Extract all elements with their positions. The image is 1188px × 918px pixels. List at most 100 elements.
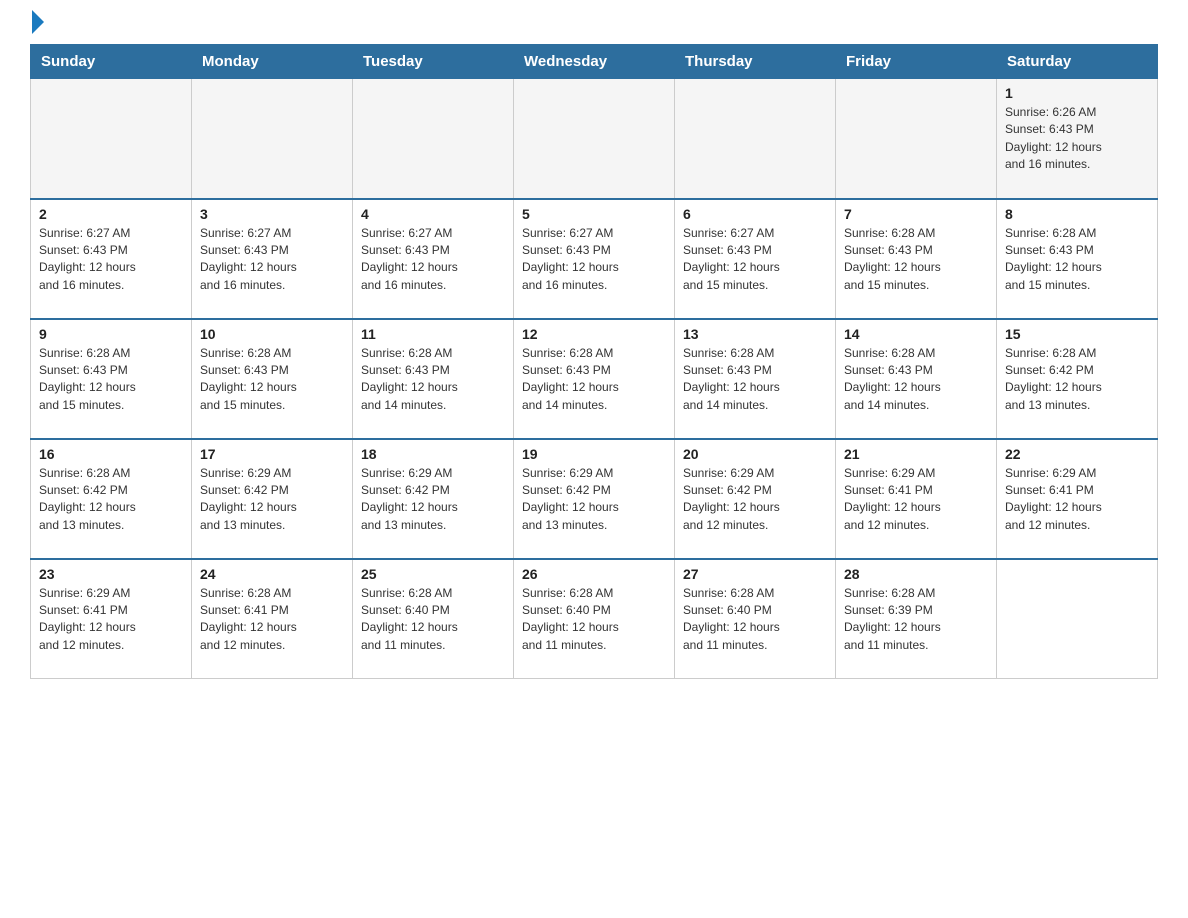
day-info: Sunrise: 6:29 AM Sunset: 6:42 PM Dayligh… <box>200 465 344 535</box>
calendar-cell: 1 Sunrise: 6:26 AM Sunset: 6:43 PM Daylig… <box>997 79 1158 199</box>
calendar-cell: 23 Sunrise: 6:29 AM Sunset: 6:41 PM Dayli… <box>31 559 192 679</box>
day-info: Sunrise: 6:28 AM Sunset: 6:41 PM Dayligh… <box>200 585 344 655</box>
day-info: Sunrise: 6:28 AM Sunset: 6:43 PM Dayligh… <box>683 345 827 415</box>
day-info: Sunrise: 6:28 AM Sunset: 6:43 PM Dayligh… <box>844 225 988 295</box>
calendar-cell <box>31 79 192 199</box>
day-info: Sunrise: 6:27 AM Sunset: 6:43 PM Dayligh… <box>522 225 666 295</box>
logo <box>30 20 44 34</box>
day-number: 14 <box>844 326 988 342</box>
calendar-cell: 2 Sunrise: 6:27 AM Sunset: 6:43 PM Daylig… <box>31 199 192 319</box>
day-of-week-header: Thursday <box>675 45 836 79</box>
day-info: Sunrise: 6:29 AM Sunset: 6:42 PM Dayligh… <box>522 465 666 535</box>
day-info: Sunrise: 6:29 AM Sunset: 6:42 PM Dayligh… <box>683 465 827 535</box>
day-number: 28 <box>844 566 988 582</box>
day-info: Sunrise: 6:28 AM Sunset: 6:43 PM Dayligh… <box>1005 225 1149 295</box>
day-info: Sunrise: 6:28 AM Sunset: 6:43 PM Dayligh… <box>361 345 505 415</box>
day-number: 25 <box>361 566 505 582</box>
calendar-cell <box>675 79 836 199</box>
day-number: 22 <box>1005 446 1149 462</box>
calendar-week-row: 9Sunrise: 6:28 AM Sunset: 6:43 PM Daylig… <box>31 319 1158 439</box>
day-info: Sunrise: 6:29 AM Sunset: 6:42 PM Dayligh… <box>361 465 505 535</box>
day-info: Sunrise: 6:27 AM Sunset: 6:43 PM Dayligh… <box>361 225 505 295</box>
day-number: 13 <box>683 326 827 342</box>
calendar-cell <box>997 559 1158 679</box>
calendar-cell: 10 Sunrise: 6:28 AM Sunset: 6:43 PM Dayli… <box>192 319 353 439</box>
day-number: 24 <box>200 566 344 582</box>
day-of-week-header: Saturday <box>997 45 1158 79</box>
day-info: Sunrise: 6:26 AM Sunset: 6:43 PM Dayligh… <box>1005 104 1149 174</box>
calendar-cell: 28 Sunrise: 6:28 AM Sunset: 6:39 PM Dayli… <box>836 559 997 679</box>
day-info: Sunrise: 6:28 AM Sunset: 6:43 PM Dayligh… <box>39 345 183 415</box>
calendar-cell: 16 Sunrise: 6:28 AM Sunset: 6:42 PM Dayli… <box>31 439 192 559</box>
day-of-week-header: Wednesday <box>514 45 675 79</box>
day-number: 20 <box>683 446 827 462</box>
day-of-week-header: Sunday <box>31 45 192 79</box>
calendar-cell: 24 Sunrise: 6:28 AM Sunset: 6:41 PM Dayli… <box>192 559 353 679</box>
calendar-cell: 18 Sunrise: 6:29 AM Sunset: 6:42 PM Dayli… <box>353 439 514 559</box>
calendar-cell: 6 Sunrise: 6:27 AM Sunset: 6:43 PM Daylig… <box>675 199 836 319</box>
day-number: 3 <box>200 206 344 222</box>
calendar-week-row: 1 Sunrise: 6:26 AM Sunset: 6:43 PM Daylig… <box>31 79 1158 199</box>
day-number: 10 <box>200 326 344 342</box>
day-number: 6 <box>683 206 827 222</box>
calendar-cell: 17 Sunrise: 6:29 AM Sunset: 6:42 PM Dayli… <box>192 439 353 559</box>
calendar-table: SundayMondayTuesdayWednesdayThursdayFrid… <box>30 44 1158 679</box>
logo-arrow-icon <box>32 10 44 34</box>
day-number: 12 <box>522 326 666 342</box>
day-number: 4 <box>361 206 505 222</box>
day-number: 7 <box>844 206 988 222</box>
calendar-header-row: SundayMondayTuesdayWednesdayThursdayFrid… <box>31 45 1158 79</box>
day-number: 18 <box>361 446 505 462</box>
day-number: 11 <box>361 326 505 342</box>
calendar-cell: 13 Sunrise: 6:28 AM Sunset: 6:43 PM Dayli… <box>675 319 836 439</box>
calendar-cell: 25Sunrise: 6:28 AM Sunset: 6:40 PM Dayli… <box>353 559 514 679</box>
day-info: Sunrise: 6:28 AM Sunset: 6:43 PM Dayligh… <box>522 345 666 415</box>
day-info: Sunrise: 6:28 AM Sunset: 6:42 PM Dayligh… <box>39 465 183 535</box>
calendar-cell: 15 Sunrise: 6:28 AM Sunset: 6:42 PM Dayli… <box>997 319 1158 439</box>
calendar-cell: 27 Sunrise: 6:28 AM Sunset: 6:40 PM Dayli… <box>675 559 836 679</box>
day-number: 1 <box>1005 85 1149 101</box>
day-number: 15 <box>1005 326 1149 342</box>
calendar-week-row: 16 Sunrise: 6:28 AM Sunset: 6:42 PM Dayli… <box>31 439 1158 559</box>
day-number: 2 <box>39 206 183 222</box>
day-number: 16 <box>39 446 183 462</box>
day-info: Sunrise: 6:28 AM Sunset: 6:43 PM Dayligh… <box>844 345 988 415</box>
day-info: Sunrise: 6:28 AM Sunset: 6:42 PM Dayligh… <box>1005 345 1149 415</box>
calendar-cell: 14 Sunrise: 6:28 AM Sunset: 6:43 PM Dayli… <box>836 319 997 439</box>
page-header <box>30 20 1158 34</box>
day-info: Sunrise: 6:29 AM Sunset: 6:41 PM Dayligh… <box>1005 465 1149 535</box>
day-of-week-header: Friday <box>836 45 997 79</box>
day-number: 19 <box>522 446 666 462</box>
calendar-cell: 19 Sunrise: 6:29 AM Sunset: 6:42 PM Dayli… <box>514 439 675 559</box>
calendar-cell: 12 Sunrise: 6:28 AM Sunset: 6:43 PM Dayli… <box>514 319 675 439</box>
calendar-cell: 8Sunrise: 6:28 AM Sunset: 6:43 PM Daylig… <box>997 199 1158 319</box>
day-number: 26 <box>522 566 666 582</box>
calendar-cell <box>192 79 353 199</box>
day-info: Sunrise: 6:27 AM Sunset: 6:43 PM Dayligh… <box>683 225 827 295</box>
calendar-cell: 21 Sunrise: 6:29 AM Sunset: 6:41 PM Dayli… <box>836 439 997 559</box>
day-number: 17 <box>200 446 344 462</box>
calendar-cell: 7 Sunrise: 6:28 AM Sunset: 6:43 PM Daylig… <box>836 199 997 319</box>
day-info: Sunrise: 6:29 AM Sunset: 6:41 PM Dayligh… <box>39 585 183 655</box>
calendar-cell: 3Sunrise: 6:27 AM Sunset: 6:43 PM Daylig… <box>192 199 353 319</box>
day-number: 27 <box>683 566 827 582</box>
calendar-cell <box>514 79 675 199</box>
calendar-cell: 26Sunrise: 6:28 AM Sunset: 6:40 PM Dayli… <box>514 559 675 679</box>
day-of-week-header: Tuesday <box>353 45 514 79</box>
day-number: 23 <box>39 566 183 582</box>
day-info: Sunrise: 6:28 AM Sunset: 6:40 PM Dayligh… <box>683 585 827 655</box>
day-info: Sunrise: 6:28 AM Sunset: 6:43 PM Dayligh… <box>200 345 344 415</box>
calendar-cell <box>353 79 514 199</box>
calendar-cell: 22 Sunrise: 6:29 AM Sunset: 6:41 PM Dayli… <box>997 439 1158 559</box>
day-info: Sunrise: 6:29 AM Sunset: 6:41 PM Dayligh… <box>844 465 988 535</box>
day-info: Sunrise: 6:27 AM Sunset: 6:43 PM Dayligh… <box>39 225 183 295</box>
calendar-week-row: 23 Sunrise: 6:29 AM Sunset: 6:41 PM Dayli… <box>31 559 1158 679</box>
calendar-cell: 20 Sunrise: 6:29 AM Sunset: 6:42 PM Dayli… <box>675 439 836 559</box>
day-number: 21 <box>844 446 988 462</box>
calendar-cell: 4 Sunrise: 6:27 AM Sunset: 6:43 PM Daylig… <box>353 199 514 319</box>
day-of-week-header: Monday <box>192 45 353 79</box>
calendar-cell: 5 Sunrise: 6:27 AM Sunset: 6:43 PM Daylig… <box>514 199 675 319</box>
calendar-cell: 11 Sunrise: 6:28 AM Sunset: 6:43 PM Dayli… <box>353 319 514 439</box>
day-info: Sunrise: 6:28 AM Sunset: 6:39 PM Dayligh… <box>844 585 988 655</box>
day-number: 5 <box>522 206 666 222</box>
